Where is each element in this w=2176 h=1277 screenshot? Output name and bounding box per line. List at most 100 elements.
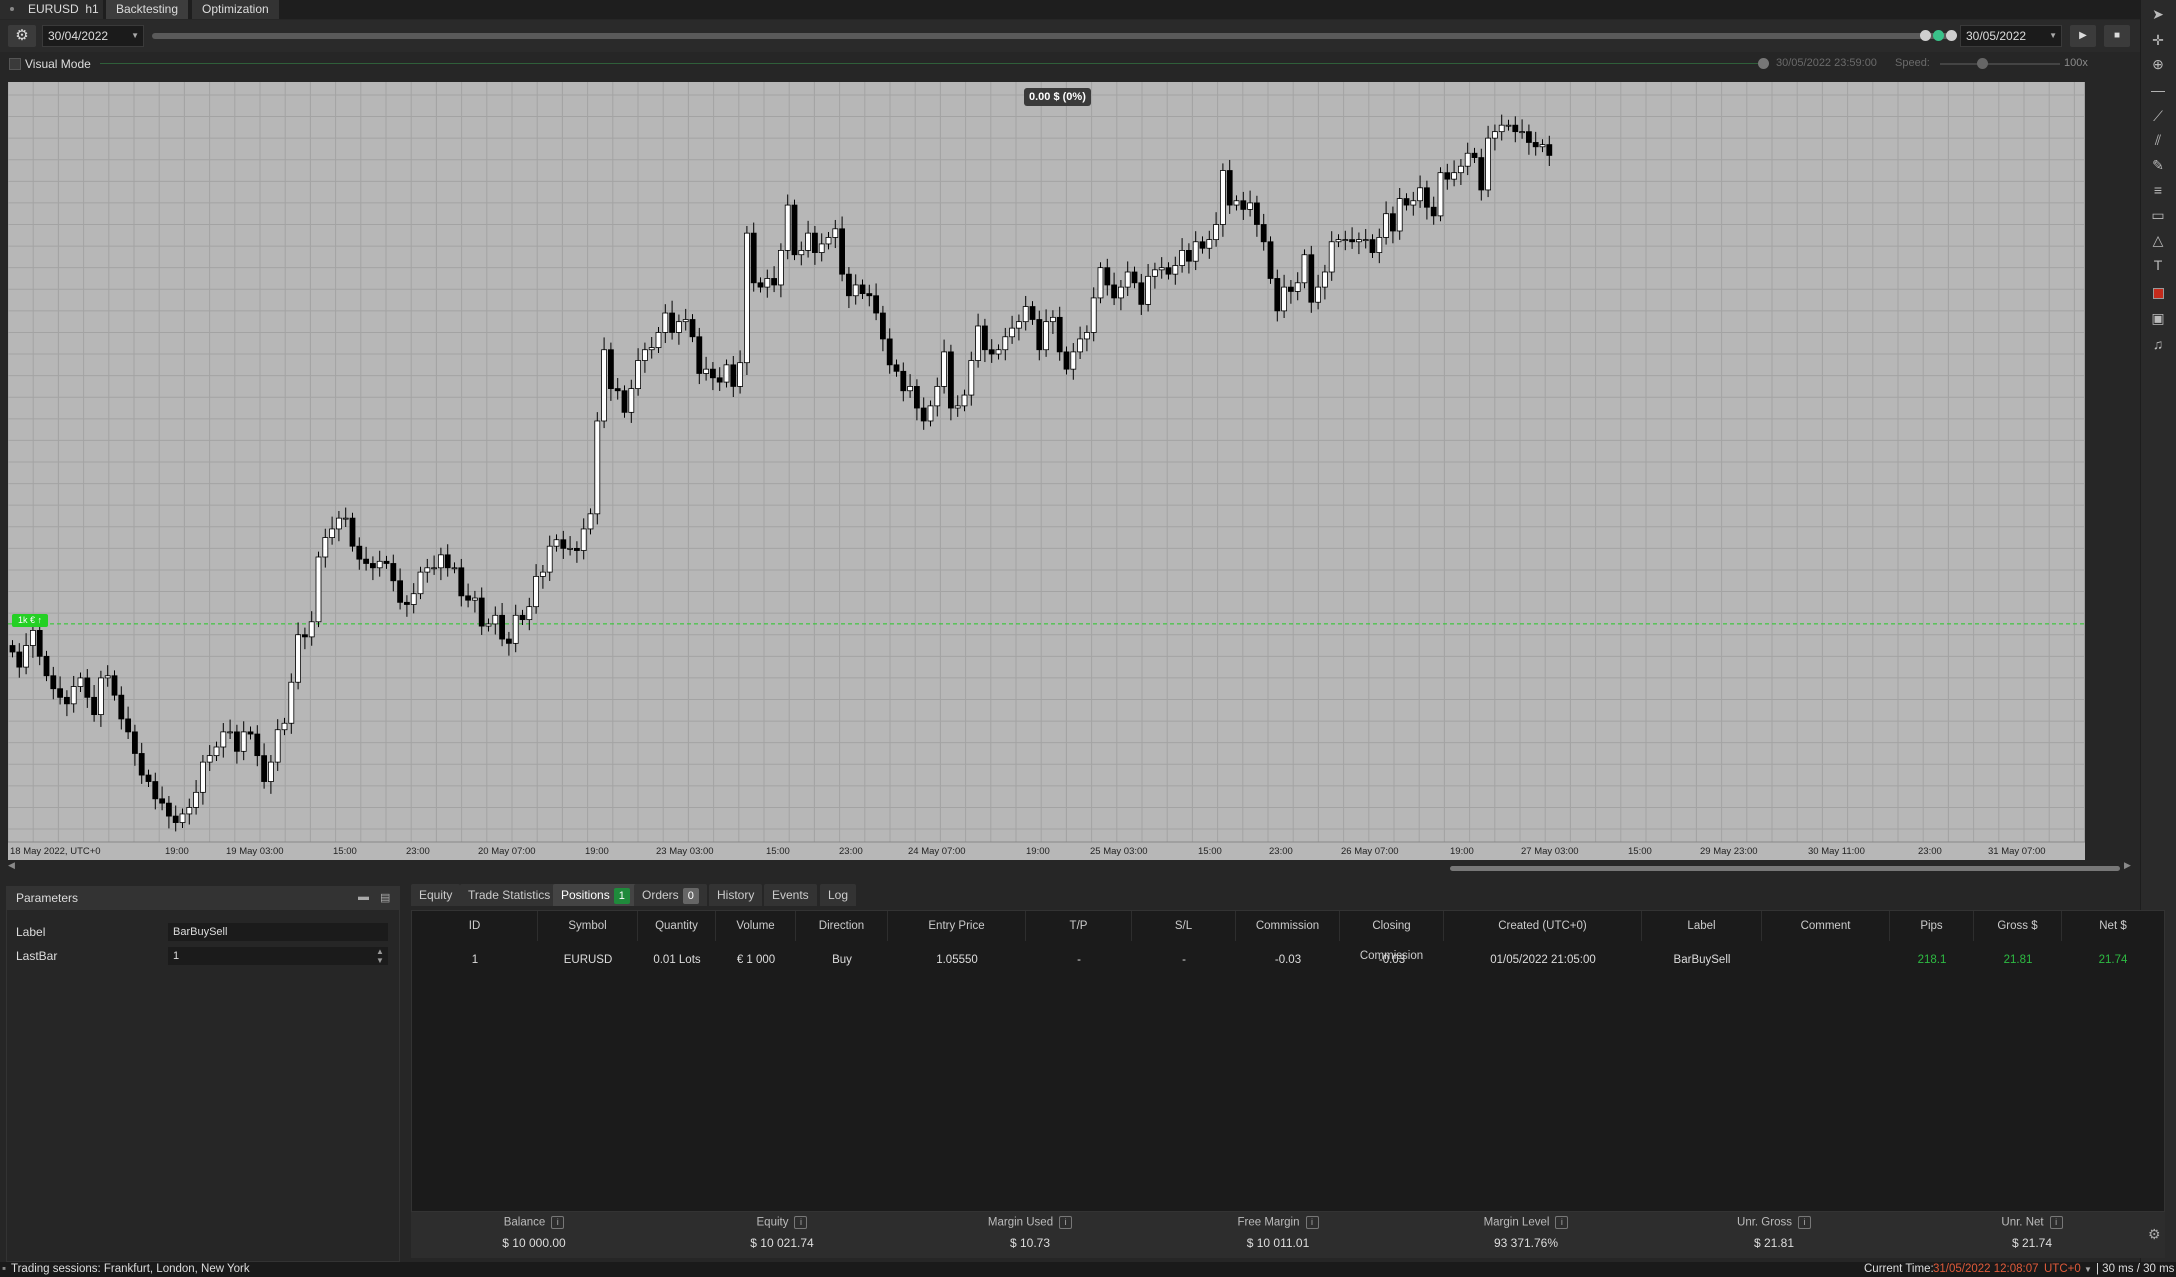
chevron-down-icon[interactable]: ▼ [2084,1262,2092,1277]
trend-line-icon[interactable]: ⟋ [2145,106,2171,126]
stepper-arrows-icon[interactable]: ▲ ▼ [376,947,384,965]
range-start-handle[interactable] [1920,30,1931,41]
col-header-closing-commission[interactable]: Closing Commission [1340,911,1444,962]
zoom-icon[interactable]: ⊕ [2145,54,2171,74]
position-direction[interactable]: Buy [796,941,888,979]
col-header-entry-price[interactable]: Entry Price [888,911,1026,941]
pen-icon[interactable]: ✎ [2145,155,2171,175]
info-icon[interactable]: i [794,1216,808,1229]
range-end-handle[interactable] [1946,30,1957,41]
symbol-tab[interactable]: EURUSD h1 [0,0,104,19]
tab-optimization[interactable]: Optimization [192,0,280,19]
col-header-comment[interactable]: Comment [1762,911,1890,941]
candle-body [614,388,621,392]
col-header-gross[interactable]: Gross $ [1974,911,2062,941]
position-net[interactable]: 21.74 [2062,941,2164,979]
text-icon[interactable]: T [2145,255,2171,275]
rectangle-icon[interactable]: ▭ [2145,205,2171,225]
candlestick-chart[interactable]: 1.08001.07801.07601.07401.07201.07001.06… [8,82,2085,860]
position-symbol[interactable]: EURUSD [538,941,638,979]
position-comment[interactable] [1762,941,1890,979]
candle-body [165,802,172,817]
info-icon[interactable]: i [1059,1216,1073,1229]
col-header-direction[interactable]: Direction [796,911,888,941]
col-header-net[interactable]: Net $ [2062,911,2164,941]
position-id[interactable]: 1 [412,941,538,979]
col-header-commission[interactable]: Commission [1236,911,1340,941]
tab-orders[interactable]: Orders 0 [634,884,707,906]
info-icon[interactable]: i [1305,1216,1319,1229]
stat-margin-level-label: Margin Level [1483,1216,1550,1229]
speed-slider[interactable] [1940,63,2060,65]
end-date-picker[interactable]: 30/05/2022 ▼ [1960,25,2062,47]
col-header-tp[interactable]: T/P [1026,911,1132,941]
param-lastbar-input[interactable]: 1 [168,947,388,965]
horizontal-line-icon[interactable]: — [2145,80,2171,100]
price-chart[interactable]: 1.08001.07801.07601.07401.07201.07001.06… [8,82,2085,860]
col-header-pips[interactable]: Pips [1890,911,1974,941]
info-icon[interactable]: i [1555,1216,1569,1229]
candle-body [206,755,213,763]
save-params-icon[interactable]: ▤ [380,891,390,904]
col-header-id[interactable]: ID [412,911,538,941]
start-date-picker[interactable]: 30/04/2022 ▼ [42,25,144,47]
position-sl[interactable]: - [1132,941,1236,979]
timezone-selector[interactable]: UTC+0 [2044,1262,2081,1277]
candle-body [132,731,138,754]
position-commission[interactable]: -0.03 [1236,941,1340,979]
info-icon[interactable]: i [551,1216,565,1229]
speed-slider-handle[interactable] [1977,58,1988,69]
range-progress-handle[interactable] [1933,30,1944,41]
cursor-icon[interactable]: ➤ [2145,4,2171,24]
color-picker-icon[interactable] [2145,282,2171,302]
camera-icon[interactable]: ▣ [2145,308,2171,328]
play-button[interactable]: ▶ [2070,25,2096,47]
position-quantity[interactable]: 0.01 Lots [638,941,716,979]
candle-body [193,791,200,808]
position-pips[interactable]: 218.1 [1890,941,1974,979]
tab-trade-statistics[interactable]: Trade Statistics [460,884,559,906]
stop-button[interactable]: ■ [2104,25,2130,47]
position-marker[interactable]: 1k € ↑ [12,614,49,627]
position-label[interactable]: BarBuySell [1642,941,1762,979]
candle-body [723,364,730,383]
triangle-icon[interactable]: △ [2145,230,2171,250]
candle-body [437,554,444,569]
position-created[interactable]: 01/05/2022 21:05:00 [1444,941,1642,979]
position-gross[interactable]: 21.81 [1974,941,2062,979]
col-header-sl[interactable]: S/L [1132,911,1236,941]
info-icon[interactable]: i [1797,1216,1811,1229]
alert-bell-icon[interactable]: ♫ [2145,334,2171,354]
tab-log[interactable]: Log [820,884,857,906]
position-entry-price[interactable]: 1.05550 [888,941,1026,979]
stat-unr-gross: Unr. Gross i $ 21.81 [1651,1212,1897,1258]
col-header-symbol[interactable]: Symbol [538,911,638,941]
position-closing-commission[interactable]: -0.03 [1340,941,1444,979]
chart-horizontal-scrollbar[interactable] [1450,866,2120,871]
settings-button[interactable]: ⚙ [8,25,36,47]
candle-body [369,563,376,569]
col-header-created[interactable]: Created (UTC+0) [1444,911,1642,941]
tab-equity[interactable]: Equity [411,884,461,906]
crosshair-icon[interactable]: ✛ [2145,30,2171,50]
scroll-left-icon[interactable]: ◀ [8,860,15,871]
gear-icon[interactable]: ⚙ [2148,1226,2161,1243]
col-header-label[interactable]: Label [1642,911,1762,941]
position-tp[interactable]: - [1026,941,1132,979]
fibonacci-icon[interactable]: ≡ [2145,180,2171,200]
scroll-right-icon[interactable]: ▶ [2124,860,2131,871]
col-header-volume[interactable]: Volume [716,911,796,941]
position-volume[interactable]: € 1 000 [716,941,796,979]
param-label-input[interactable]: BarBuySell [168,923,388,941]
tab-positions[interactable]: Positions 1 [553,884,638,906]
collapse-panel-icon[interactable]: ▬ [358,891,369,903]
info-icon[interactable]: i [2049,1216,2063,1229]
channel-icon[interactable]: ⫽ [2145,130,2171,150]
col-header-quantity[interactable]: Quantity [638,911,716,941]
tab-history[interactable]: History [709,884,763,906]
tab-backtesting[interactable]: Backtesting [106,0,190,19]
visual-progress-handle[interactable] [1758,58,1769,69]
visual-mode-checkbox[interactable] [9,58,21,70]
tab-events[interactable]: Events [764,884,817,906]
date-range-slider[interactable] [152,33,1952,39]
